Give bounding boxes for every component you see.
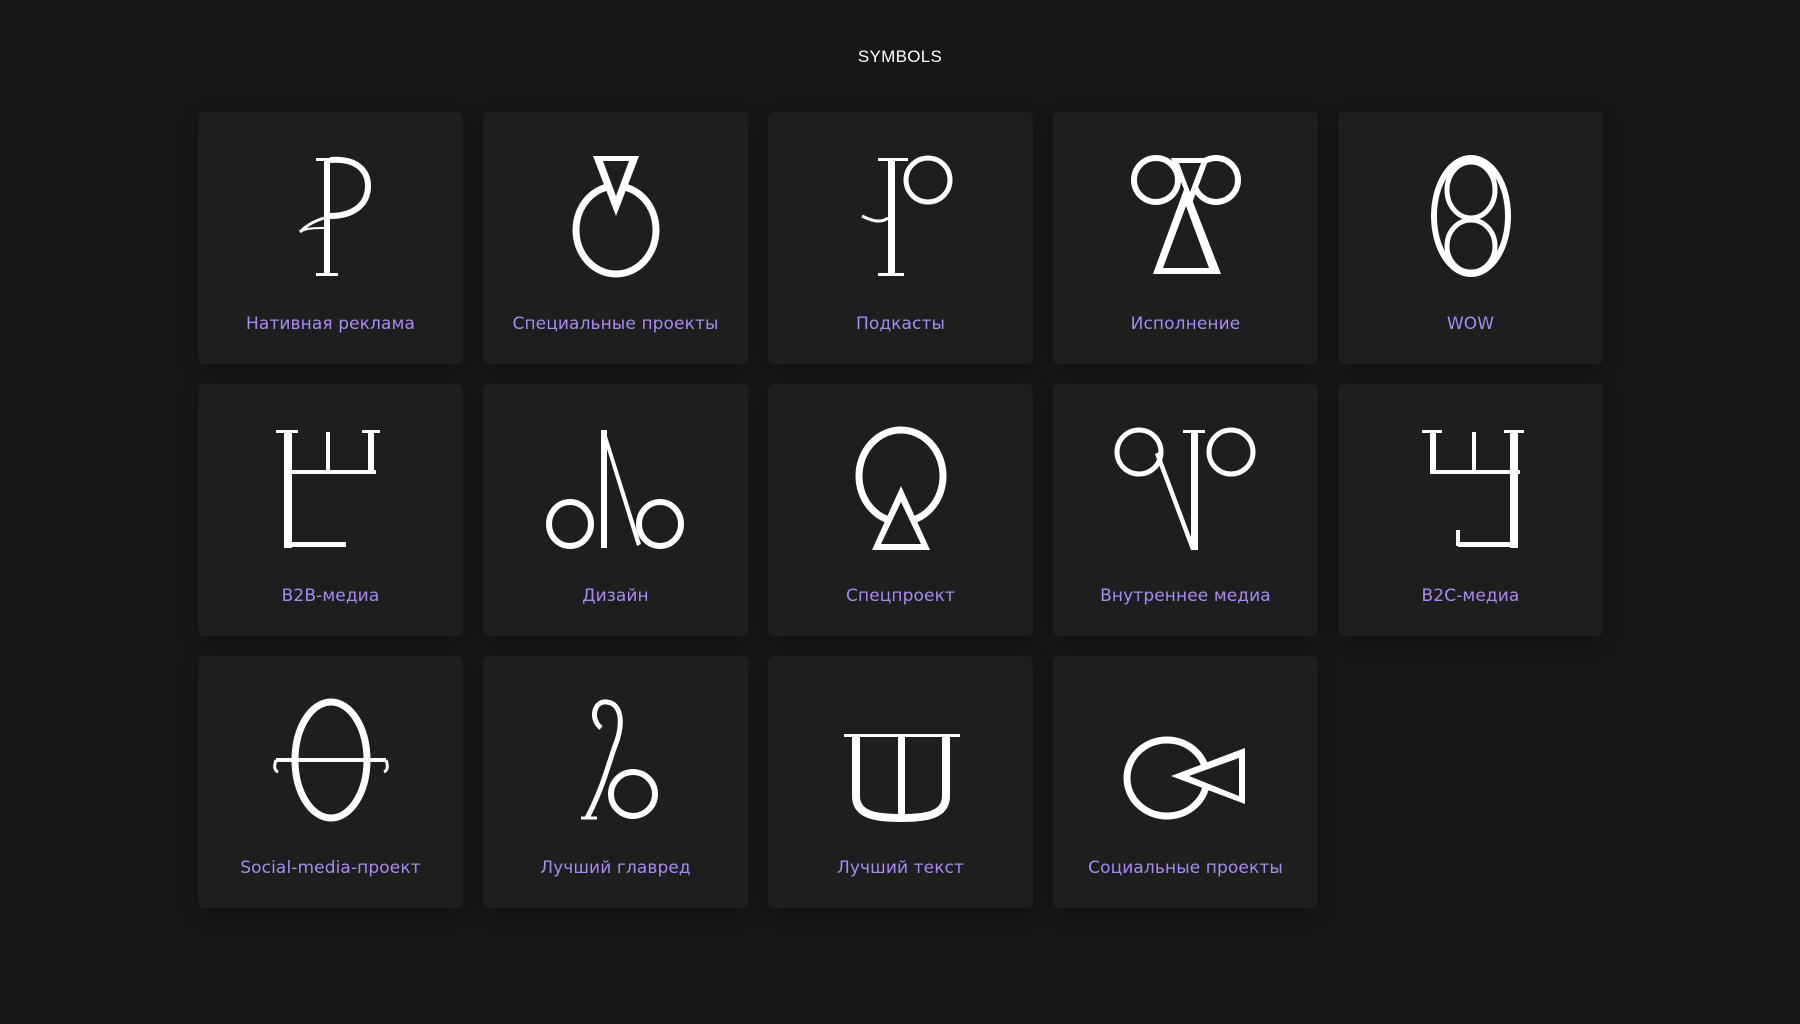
symbols-page: SYMBOLS Нативная реклама Специальные про…: [0, 0, 1800, 1024]
symbol-card-design[interactable]: Дизайн: [483, 384, 748, 636]
theta-glyph-icon: [256, 698, 406, 822]
card-label: Лучший текст: [836, 858, 965, 878]
symbol-card-execution[interactable]: Исполнение: [1053, 112, 1318, 364]
symbol-card-social-projects[interactable]: Социальные проекты: [1053, 656, 1318, 908]
symbol-card-special-projects[interactable]: Специальные проекты: [483, 112, 748, 364]
sha-glyph-icon: [826, 698, 976, 822]
card-label: B2B-медиа: [281, 586, 380, 606]
double-oval-glyph-icon: [1396, 154, 1546, 278]
card-label: Спецпроект: [846, 586, 955, 606]
circle-hook-glyph-icon: [541, 698, 691, 822]
gamma-circle-glyph-icon: [826, 154, 976, 278]
card-label: B2C-медиа: [1421, 586, 1520, 606]
symbol-card-social-media-project[interactable]: Social-media-проект: [198, 656, 463, 908]
symbol-card-b2c-media[interactable]: B2C-медиа: [1338, 384, 1603, 636]
symbol-card-special-project[interactable]: Спецпроект: [768, 384, 1033, 636]
card-label: Исполнение: [1130, 314, 1241, 334]
card-label: WOW: [1446, 314, 1495, 334]
p-glyph-icon: [256, 154, 406, 278]
symbol-card-best-editor[interactable]: Лучший главред: [483, 656, 748, 908]
card-label: Social-media-проект: [240, 858, 421, 878]
circle-triangle-glyph-icon: [826, 426, 976, 550]
symbol-card-wow[interactable]: WOW: [1338, 112, 1603, 364]
card-label: Дизайн: [582, 586, 649, 606]
symbol-card-native-ads[interactable]: Нативная реклама: [198, 112, 463, 364]
card-label: Социальные проекты: [1088, 858, 1283, 878]
symbol-card-b2b-media[interactable]: B2B-медиа: [198, 384, 463, 636]
symbol-card-best-text[interactable]: Лучший текст: [768, 656, 1033, 908]
symbol-card-podcasts[interactable]: Подкасты: [768, 112, 1033, 364]
two-circles-triangle-glyph-icon: [1111, 154, 1261, 278]
reversed-sha-glyph-icon: [1396, 426, 1546, 550]
card-label: Внутреннее медиа: [1100, 586, 1271, 606]
sha-corner-glyph-icon: [256, 426, 406, 550]
card-label: Нативная реклама: [246, 314, 415, 334]
two-circles-slash-glyph-icon: [541, 426, 691, 550]
circle-arrow-glyph-icon: [1111, 698, 1261, 822]
symbol-card-internal-media[interactable]: Внутреннее медиа: [1053, 384, 1318, 636]
triangle-circle-glyph-icon: [541, 154, 691, 278]
symbols-grid: Нативная реклама Специальные проекты Под…: [198, 112, 1603, 908]
circles-v-glyph-icon: [1111, 426, 1261, 550]
card-label: Специальные проекты: [512, 314, 719, 334]
page-title: SYMBOLS: [857, 47, 943, 66]
card-label: Подкасты: [855, 314, 946, 334]
card-label: Лучший главред: [540, 858, 691, 878]
